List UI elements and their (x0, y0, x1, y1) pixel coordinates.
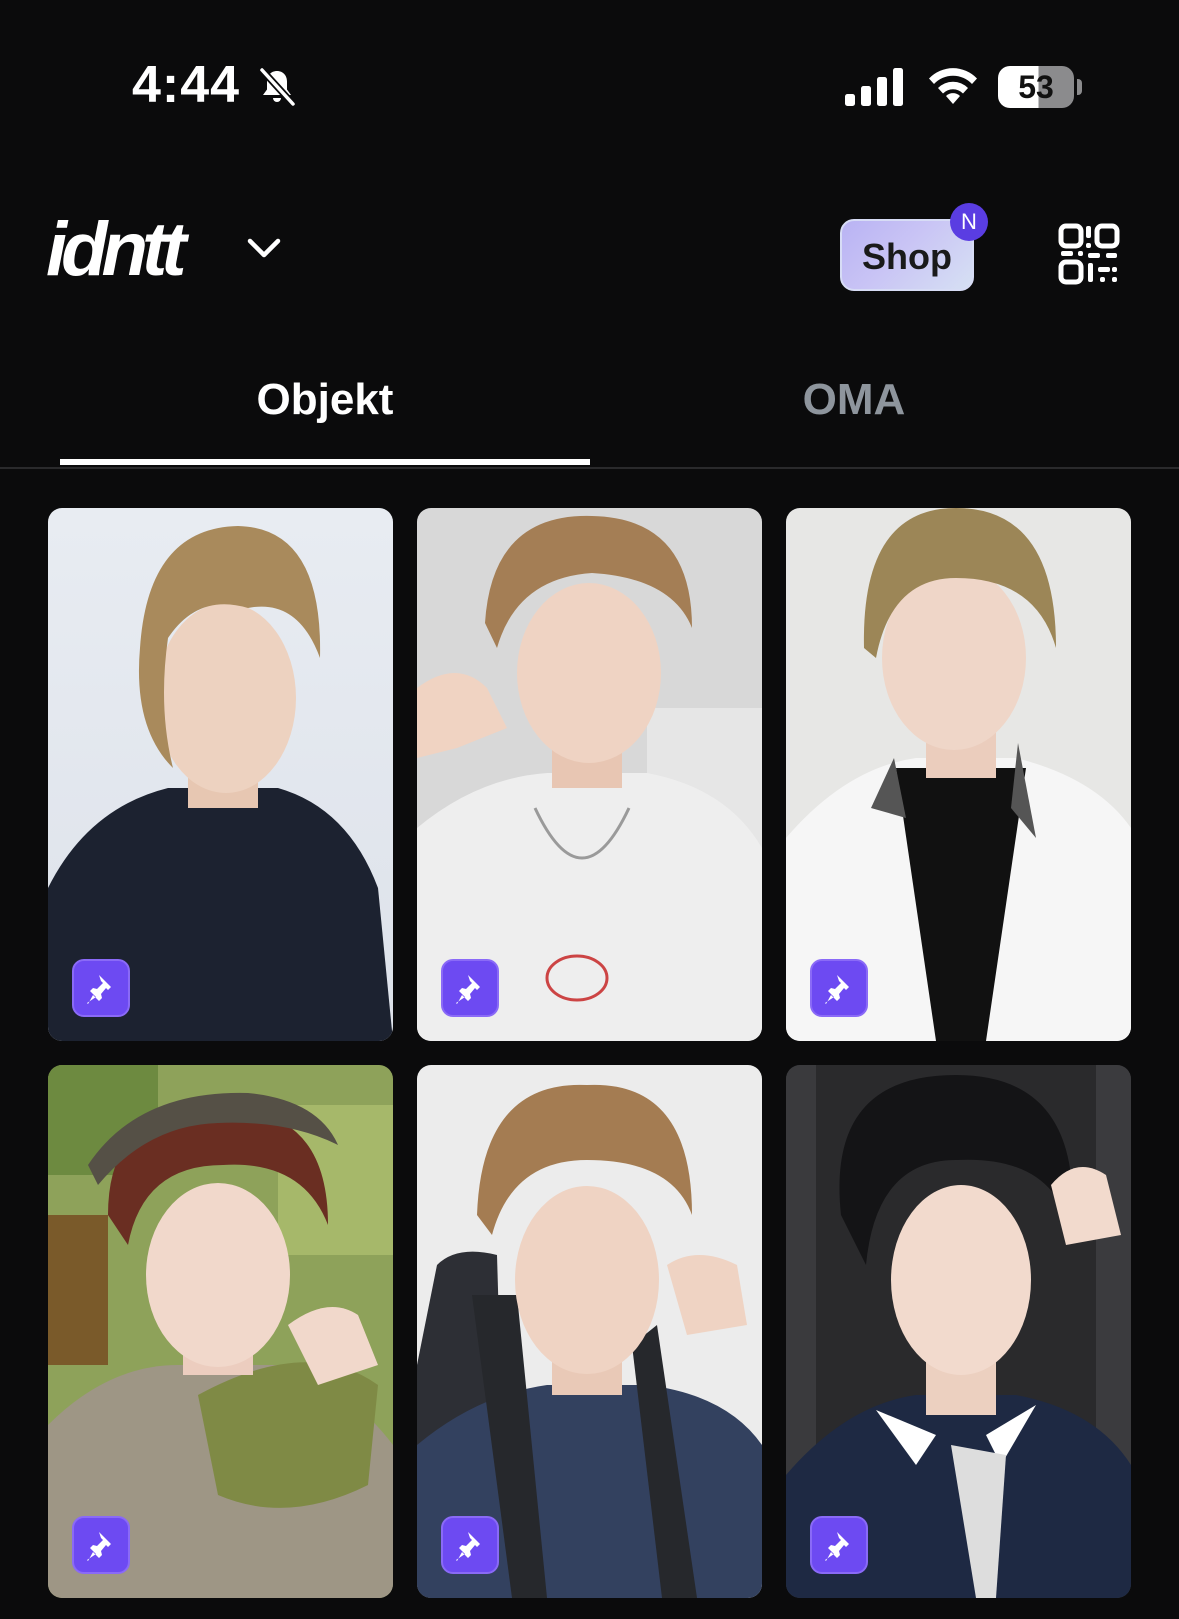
brand-logo[interactable]: idntt (46, 205, 187, 295)
pin-badge[interactable] (441, 1516, 499, 1574)
objekt-card[interactable] (417, 1065, 762, 1598)
objekt-card[interactable] (786, 508, 1131, 1041)
active-tab-indicator (60, 459, 590, 465)
wifi-icon (929, 68, 977, 104)
pin-icon (825, 1532, 849, 1561)
app-header: idntt Shop N (0, 195, 1179, 315)
shop-new-badge: N (950, 203, 988, 241)
tab-bar: Objekt OMA (0, 355, 1179, 469)
objekt-card[interactable] (48, 508, 393, 1041)
tab-objekt[interactable]: Objekt (60, 355, 590, 465)
pin-badge[interactable] (810, 959, 868, 1017)
battery-icon: 53 (998, 66, 1082, 108)
objekt-card[interactable] (786, 1065, 1131, 1598)
battery-level: 53 (1018, 69, 1054, 105)
pin-badge[interactable] (72, 1516, 130, 1574)
pin-icon (825, 975, 849, 1004)
qr-code-icon[interactable] (1058, 223, 1120, 285)
pin-icon (87, 1532, 111, 1561)
status-time: 4:44 (132, 56, 241, 114)
pin-icon (87, 975, 111, 1004)
objekt-card[interactable] (48, 1065, 393, 1598)
app-screen: 4:44 53 idntt Shop N Objekt OMA (0, 0, 1179, 1619)
signal-icon (845, 68, 903, 106)
bell-muted-icon (259, 67, 296, 107)
status-bar: 4:44 53 (0, 0, 1179, 170)
objekt-card[interactable] (417, 508, 762, 1041)
pin-badge[interactable] (810, 1516, 868, 1574)
pin-badge[interactable] (72, 959, 130, 1017)
chevron-down-icon[interactable] (244, 233, 284, 263)
pin-icon (456, 1532, 480, 1561)
pin-icon (456, 975, 480, 1004)
pin-badge[interactable] (441, 959, 499, 1017)
tab-oma[interactable]: OMA (589, 355, 1119, 465)
